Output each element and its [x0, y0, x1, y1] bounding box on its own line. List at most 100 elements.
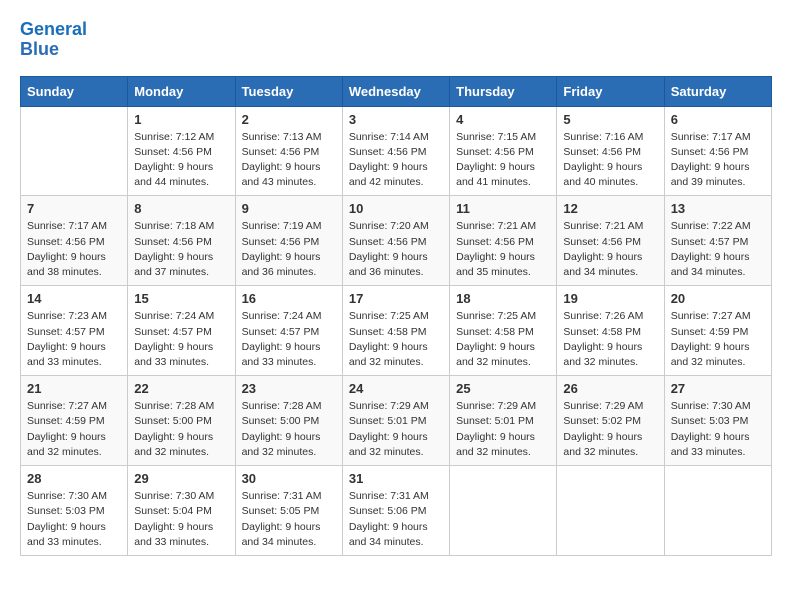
day-number: 4 [456, 112, 550, 127]
calendar-day-cell: 13Sunrise: 7:22 AM Sunset: 4:57 PM Dayli… [664, 196, 771, 286]
day-number: 26 [563, 381, 657, 396]
calendar-day-cell: 24 Sunrise: 7:29 AM Sunset: 5:01 PM Dayli… [342, 376, 449, 466]
logo-text: GeneralBlue [20, 20, 87, 60]
day-number: 5 [563, 112, 657, 127]
day-number: 3 [349, 112, 443, 127]
logo: General Blue GeneralBlue [20, 20, 87, 60]
calendar-day-cell: 18 Sunrise: 7:25 AM Sunset: 4:58 PM Dayli… [450, 286, 557, 376]
day-info: Sunrise: 7:26 AM Sunset: 4:58 PM Dayligh… [563, 309, 657, 370]
day-info: Sunrise: 7:13 AM Sunset: 4:56 PM Dayligh… [242, 130, 336, 191]
calendar-day-cell [450, 466, 557, 556]
day-info: Sunrise: 7:22 AM Sunset: 4:57 PM Dayligh… [671, 219, 765, 280]
calendar-day-cell: 22Sunrise: 7:28 AM Sunset: 5:00 PM Dayli… [128, 376, 235, 466]
day-number: 6 [671, 112, 765, 127]
day-number: 1 [134, 112, 228, 127]
day-header-thursday: Thursday [450, 76, 557, 106]
day-number: 29 [134, 471, 228, 486]
day-number: 2 [242, 112, 336, 127]
calendar-day-cell: 8 Sunrise: 7:18 AM Sunset: 4:56 PM Daylig… [128, 196, 235, 286]
calendar-header-row: SundayMondayTuesdayWednesdayThursdayFrid… [21, 76, 772, 106]
calendar-day-cell: 3 Sunrise: 7:14 AM Sunset: 4:56 PM Daylig… [342, 106, 449, 196]
calendar-day-cell: 29 Sunrise: 7:30 AM Sunset: 5:04 PM Dayli… [128, 466, 235, 556]
day-number: 12 [563, 201, 657, 216]
day-number: 11 [456, 201, 550, 216]
day-number: 16 [242, 291, 336, 306]
day-info: Sunrise: 7:29 AM Sunset: 5:02 PM Dayligh… [563, 399, 657, 460]
day-info: Sunrise: 7:30 AM Sunset: 5:03 PM Dayligh… [671, 399, 765, 460]
calendar-day-cell: 28 Sunrise: 7:30 AM Sunset: 5:03 PM Dayli… [21, 466, 128, 556]
day-number: 20 [671, 291, 765, 306]
day-info: Sunrise: 7:24 AM Sunset: 4:57 PM Dayligh… [242, 309, 336, 370]
day-info: Sunrise: 7:18 AM Sunset: 4:56 PM Dayligh… [134, 219, 228, 280]
calendar-day-cell: 19Sunrise: 7:26 AM Sunset: 4:58 PM Dayli… [557, 286, 664, 376]
calendar-day-cell [664, 466, 771, 556]
day-header-sunday: Sunday [21, 76, 128, 106]
day-number: 8 [134, 201, 228, 216]
day-info: Sunrise: 7:27 AM Sunset: 4:59 PM Dayligh… [27, 399, 121, 460]
calendar-day-cell: 12 Sunrise: 7:21 AM Sunset: 4:56 PM Dayli… [557, 196, 664, 286]
calendar-day-cell: 5 Sunrise: 7:16 AM Sunset: 4:56 PM Daylig… [557, 106, 664, 196]
calendar-day-cell [21, 106, 128, 196]
calendar-week-row: 21 Sunrise: 7:27 AM Sunset: 4:59 PM Dayli… [21, 376, 772, 466]
day-info: Sunrise: 7:12 AM Sunset: 4:56 PM Dayligh… [134, 130, 228, 191]
day-info: Sunrise: 7:28 AM Sunset: 5:00 PM Dayligh… [134, 399, 228, 460]
day-number: 15 [134, 291, 228, 306]
day-number: 27 [671, 381, 765, 396]
day-info: Sunrise: 7:30 AM Sunset: 5:03 PM Dayligh… [27, 489, 121, 550]
day-header-saturday: Saturday [664, 76, 771, 106]
day-number: 24 [349, 381, 443, 396]
day-info: Sunrise: 7:16 AM Sunset: 4:56 PM Dayligh… [563, 130, 657, 191]
calendar-day-cell: 31 Sunrise: 7:31 AM Sunset: 5:06 PM Dayli… [342, 466, 449, 556]
day-number: 14 [27, 291, 121, 306]
calendar-day-cell: 30 Sunrise: 7:31 AM Sunset: 5:05 PM Dayli… [235, 466, 342, 556]
calendar-day-cell: 2 Sunrise: 7:13 AM Sunset: 4:56 PM Daylig… [235, 106, 342, 196]
day-info: Sunrise: 7:25 AM Sunset: 4:58 PM Dayligh… [456, 309, 550, 370]
calendar-week-row: 1 Sunrise: 7:12 AM Sunset: 4:56 PM Daylig… [21, 106, 772, 196]
day-number: 30 [242, 471, 336, 486]
day-number: 21 [27, 381, 121, 396]
calendar-week-row: 28 Sunrise: 7:30 AM Sunset: 5:03 PM Dayli… [21, 466, 772, 556]
day-info: Sunrise: 7:25 AM Sunset: 4:58 PM Dayligh… [349, 309, 443, 370]
day-info: Sunrise: 7:29 AM Sunset: 5:01 PM Dayligh… [349, 399, 443, 460]
calendar-day-cell: 14 Sunrise: 7:23 AM Sunset: 4:57 PM Dayli… [21, 286, 128, 376]
calendar-day-cell: 15Sunrise: 7:24 AM Sunset: 4:57 PM Dayli… [128, 286, 235, 376]
day-info: Sunrise: 7:30 AM Sunset: 5:04 PM Dayligh… [134, 489, 228, 550]
calendar-day-cell: 9Sunrise: 7:19 AM Sunset: 4:56 PM Daylig… [235, 196, 342, 286]
day-number: 7 [27, 201, 121, 216]
calendar-week-row: 14 Sunrise: 7:23 AM Sunset: 4:57 PM Dayli… [21, 286, 772, 376]
day-info: Sunrise: 7:17 AM Sunset: 4:56 PM Dayligh… [27, 219, 121, 280]
calendar-day-cell: 20 Sunrise: 7:27 AM Sunset: 4:59 PM Dayli… [664, 286, 771, 376]
day-number: 28 [27, 471, 121, 486]
day-info: Sunrise: 7:31 AM Sunset: 5:06 PM Dayligh… [349, 489, 443, 550]
calendar-day-cell: 23 Sunrise: 7:28 AM Sunset: 5:00 PM Dayli… [235, 376, 342, 466]
day-info: Sunrise: 7:23 AM Sunset: 4:57 PM Dayligh… [27, 309, 121, 370]
day-header-wednesday: Wednesday [342, 76, 449, 106]
calendar-day-cell [557, 466, 664, 556]
calendar-week-row: 7 Sunrise: 7:17 AM Sunset: 4:56 PM Daylig… [21, 196, 772, 286]
day-info: Sunrise: 7:14 AM Sunset: 4:56 PM Dayligh… [349, 130, 443, 191]
calendar-day-cell: 21 Sunrise: 7:27 AM Sunset: 4:59 PM Dayli… [21, 376, 128, 466]
day-info: Sunrise: 7:28 AM Sunset: 5:00 PM Dayligh… [242, 399, 336, 460]
day-header-monday: Monday [128, 76, 235, 106]
day-number: 17 [349, 291, 443, 306]
day-info: Sunrise: 7:31 AM Sunset: 5:05 PM Dayligh… [242, 489, 336, 550]
day-number: 9 [242, 201, 336, 216]
day-number: 25 [456, 381, 550, 396]
calendar-day-cell: 4 Sunrise: 7:15 AM Sunset: 4:56 PM Daylig… [450, 106, 557, 196]
calendar-day-cell: 27 Sunrise: 7:30 AM Sunset: 5:03 PM Dayli… [664, 376, 771, 466]
day-header-friday: Friday [557, 76, 664, 106]
calendar-day-cell: 16 Sunrise: 7:24 AM Sunset: 4:57 PM Dayli… [235, 286, 342, 376]
day-number: 23 [242, 381, 336, 396]
calendar-day-cell: 1 Sunrise: 7:12 AM Sunset: 4:56 PM Daylig… [128, 106, 235, 196]
calendar-day-cell: 25Sunrise: 7:29 AM Sunset: 5:01 PM Dayli… [450, 376, 557, 466]
day-info: Sunrise: 7:15 AM Sunset: 4:56 PM Dayligh… [456, 130, 550, 191]
day-number: 10 [349, 201, 443, 216]
day-info: Sunrise: 7:21 AM Sunset: 4:56 PM Dayligh… [456, 219, 550, 280]
calendar-day-cell: 10Sunrise: 7:20 AM Sunset: 4:56 PM Dayli… [342, 196, 449, 286]
day-info: Sunrise: 7:21 AM Sunset: 4:56 PM Dayligh… [563, 219, 657, 280]
day-number: 18 [456, 291, 550, 306]
day-info: Sunrise: 7:27 AM Sunset: 4:59 PM Dayligh… [671, 309, 765, 370]
day-info: Sunrise: 7:17 AM Sunset: 4:56 PM Dayligh… [671, 130, 765, 191]
day-number: 31 [349, 471, 443, 486]
calendar-day-cell: 11 Sunrise: 7:21 AM Sunset: 4:56 PM Dayli… [450, 196, 557, 286]
